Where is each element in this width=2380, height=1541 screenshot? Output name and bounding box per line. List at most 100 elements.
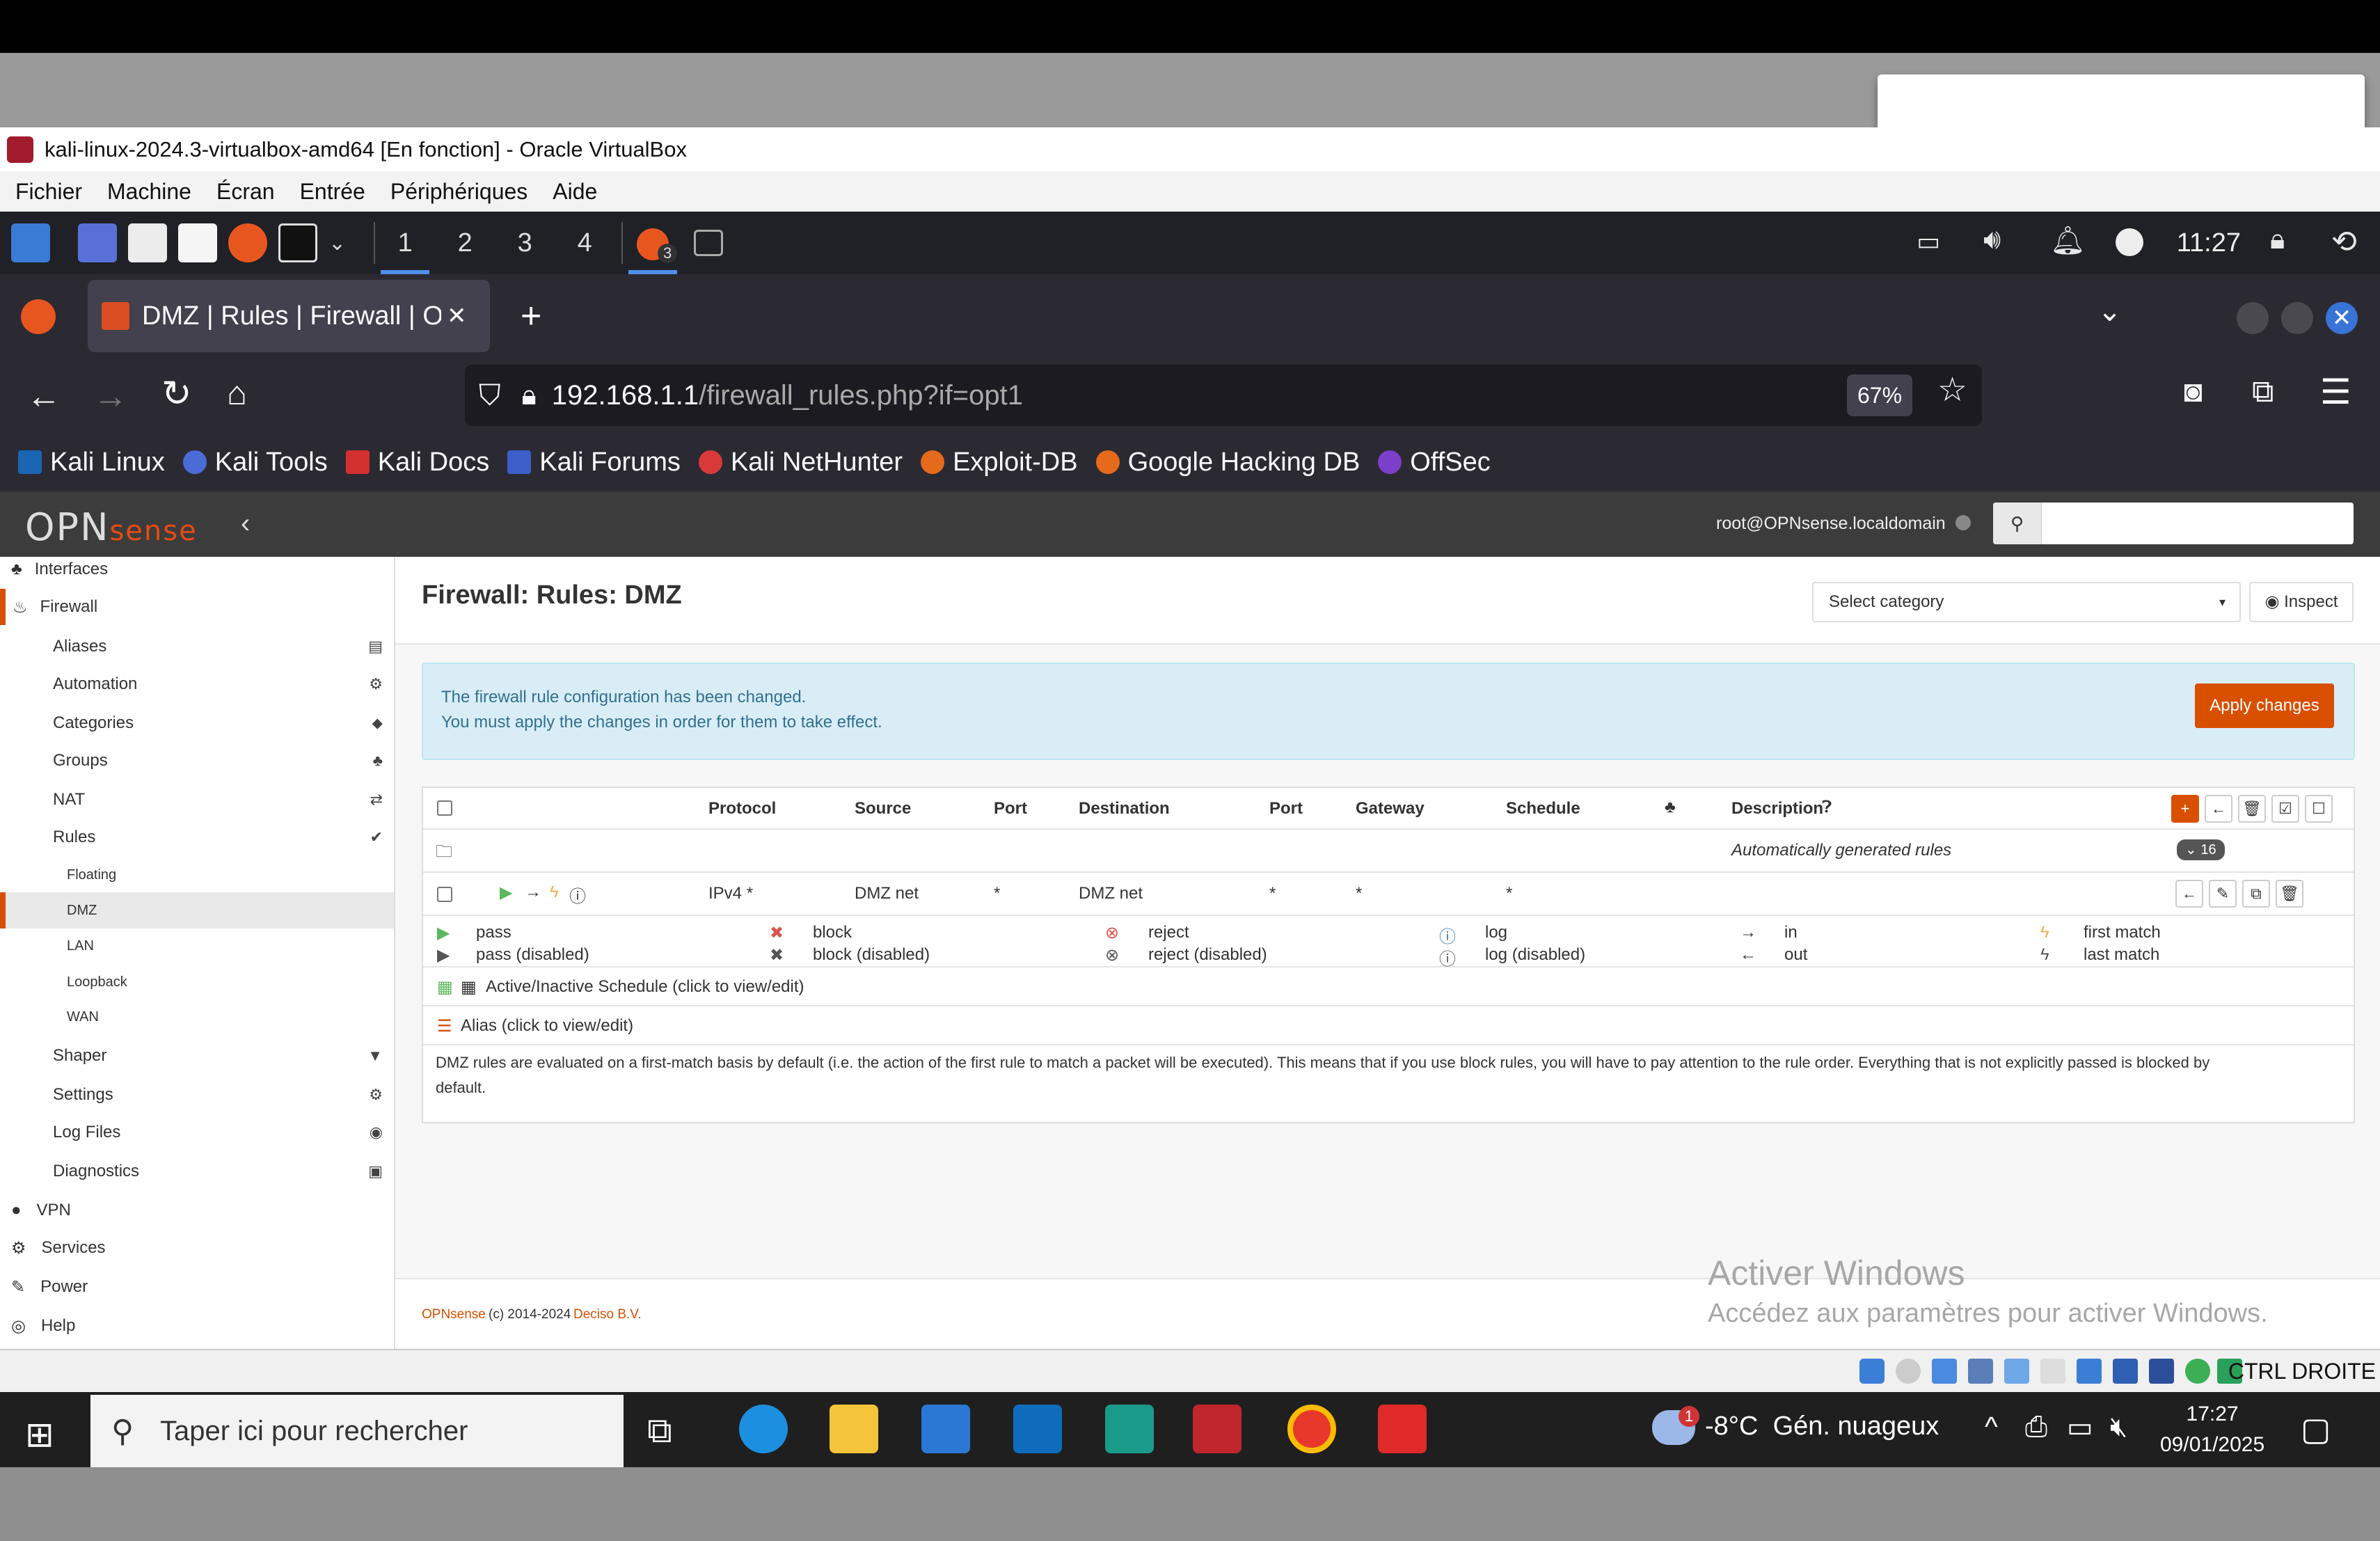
search-icon[interactable]: ⚲ (1993, 503, 2042, 544)
edge-icon[interactable] (739, 1405, 788, 1453)
apply-changes-button[interactable]: Apply changes (2195, 683, 2334, 728)
question-icon[interactable]: ❓︎ (1822, 798, 1832, 817)
taskbar-clock[interactable]: 17:27 09/01/2025 (2160, 1399, 2264, 1460)
forward-icon[interactable]: → (93, 376, 128, 416)
kali-menu-icon[interactable] (11, 223, 50, 262)
workspace-3[interactable]: 3 (495, 212, 555, 274)
mute-icon[interactable]: 🔇︎ (2110, 1412, 2127, 1443)
notification-center-icon[interactable]: ▢ (2301, 1410, 2331, 1448)
sidebar-item-nat[interactable]: NAT ⇄ (0, 781, 394, 819)
delete-rule-button[interactable]: 🗑︎ (2276, 880, 2303, 908)
inspect-button[interactable]: ◉ Inspect (2249, 582, 2354, 622)
pocket-icon[interactable]: ◙ (2184, 374, 2203, 409)
sidebar-item-automation[interactable]: Automation ⚙ (0, 665, 394, 703)
sidebar-item-interfaces[interactable]: ♣ Interfaces (0, 557, 394, 582)
opnsense-search[interactable]: ⚲ (1993, 503, 2354, 544)
zoom-level[interactable]: 67% (1847, 374, 1912, 416)
logout-icon[interactable]: ⟲ (2331, 224, 2357, 260)
mail-icon[interactable] (1013, 1405, 1062, 1453)
bookmark-kali-tools[interactable]: Kali Tools (182, 448, 328, 477)
clone-rule-button[interactable]: ⧉ (2242, 880, 2270, 908)
sidebar-item-shaper[interactable]: Shaper ▼ (0, 1037, 394, 1075)
sidebar-item-vpn[interactable]: ● VPN (0, 1192, 394, 1229)
category-select[interactable]: Select category ▾ (1812, 582, 2241, 622)
new-tab-button[interactable]: + (521, 295, 541, 337)
bookmark-google-hacking-db[interactable]: Google Hacking DB (1095, 448, 1360, 477)
collapse-sidebar-icon[interactable]: ‹ (241, 508, 250, 539)
shared-folders-icon[interactable] (2040, 1359, 2065, 1384)
disable-selected-button[interactable]: ☐ (2305, 795, 2333, 823)
bookmark-offsec[interactable]: OffSec (1378, 448, 1491, 477)
chevron-down-icon[interactable]: ⌄ (328, 231, 346, 255)
enable-selected-button[interactable]: ☑ (2271, 795, 2299, 823)
firefox-icon[interactable] (228, 223, 267, 262)
bell-icon[interactable]: 🔔︎ (2050, 224, 2086, 257)
virtualbox-task-icon[interactable] (1193, 1405, 1241, 1453)
sidebar-item-dmz[interactable]: DMZ (0, 892, 394, 928)
reload-icon[interactable]: ↻ (161, 373, 192, 415)
recording-icon[interactable] (2113, 1359, 2138, 1384)
sidebar-item-loopback[interactable]: Loopback (0, 965, 394, 999)
text-editor-icon[interactable] (178, 223, 217, 262)
optical-drive-icon[interactable] (1896, 1359, 1921, 1384)
windows-start-icon[interactable]: ⊞ (25, 1414, 54, 1455)
bookmark-kali-nethunter[interactable]: Kali NetHunter (698, 448, 903, 477)
edit-rule-button[interactable]: ✎ (2209, 880, 2237, 908)
sidebar-item-groups[interactable]: Groups ♣ (0, 742, 394, 780)
bookmark-exploit-db[interactable]: Exploit-DB (921, 448, 1078, 477)
opnsense-logo[interactable]: OPNsense (25, 505, 198, 549)
store-icon[interactable] (921, 1405, 970, 1453)
chrome-icon[interactable] (1287, 1405, 1336, 1453)
sidebar-item-settings[interactable]: Settings ⚙ (0, 1076, 394, 1114)
col-description[interactable]: Description (1731, 799, 1823, 819)
shield-icon[interactable]: ⛉ (479, 379, 501, 413)
auto-rules-count-badge[interactable]: ⌄ 16 (2177, 839, 2225, 860)
lock-url-icon[interactable]: 🔒︎ (522, 380, 537, 411)
home-icon[interactable]: ⌂ (227, 374, 247, 413)
sidebar-item-diagnostics[interactable]: Diagnostics ▣ (0, 1153, 394, 1190)
menu-machine[interactable]: Machine (107, 179, 191, 205)
col-source[interactable]: Source (855, 799, 911, 819)
panel-clock[interactable]: 11:27 (2177, 212, 2241, 274)
sidebar-item-wan[interactable]: WAN (0, 999, 394, 1034)
firefox-task[interactable]: 3 (623, 212, 683, 274)
terminal-task-icon[interactable] (694, 230, 724, 256)
table-row[interactable]: ▶ → ϟ ⓘ IPv4 * DMZ net * DMZ net * * * ←… (423, 873, 2354, 916)
back-icon[interactable]: ← (26, 376, 61, 416)
lock-icon[interactable]: 🔒︎ (2270, 224, 2285, 255)
task-view-icon[interactable]: ⧉ (647, 1410, 672, 1451)
col-schedule[interactable]: Schedule (1506, 799, 1580, 819)
minimize-button[interactable] (2237, 302, 2269, 334)
sidebar-item-power[interactable]: ✎ Power (0, 1268, 394, 1306)
hdd-icon[interactable] (1859, 1359, 1885, 1384)
menu-ecran[interactable]: Écran (216, 179, 275, 205)
bookmark-star-icon[interactable]: ☆ (1937, 370, 1967, 409)
cpu-icon[interactable] (2149, 1359, 2174, 1384)
bookmark-kali-docs[interactable]: Kali Docs (345, 448, 489, 477)
file-explorer-icon[interactable] (830, 1405, 878, 1453)
footer-brand-link[interactable]: OPNsense (422, 1307, 486, 1322)
col-destination[interactable]: Destination (1079, 799, 1170, 819)
sidebar-item-firewall[interactable]: ♨ Firewall (0, 589, 394, 625)
taskbar-search[interactable]: ⚲ Taper ici pour rechercher (90, 1395, 624, 1467)
auto-rules-row[interactable]: 🗀 Automatically generated rules ⌄ 16 (423, 830, 2354, 873)
sidebar-item-categories[interactable]: Categories ⬥ (0, 704, 394, 742)
workspace-2[interactable]: 2 (435, 212, 495, 274)
col-port[interactable]: Port (994, 799, 1027, 819)
usb-tray-icon[interactable]: ⎙ (2025, 1412, 2047, 1443)
network-tray-icon[interactable]: ▭ (2067, 1412, 2093, 1444)
bookmark-kali-forums[interactable]: Kali Forums (507, 448, 681, 477)
bookmark-kali-linux[interactable]: Kali Linux (18, 448, 165, 477)
menu-fichier[interactable]: Fichier (15, 179, 82, 205)
menu-peripheriques[interactable]: Périphériques (390, 179, 527, 205)
terminal-icon[interactable] (278, 223, 317, 262)
chevron-up-icon[interactable]: ^ (1985, 1412, 1998, 1443)
usb-icon[interactable] (2004, 1359, 2029, 1384)
volume-icon[interactable]: 🔊︎ (1983, 224, 2001, 255)
sidebar-item-log-files[interactable]: Log Files ◉ (0, 1114, 394, 1151)
anydesk-icon[interactable] (1378, 1405, 1427, 1453)
tab-dmz-rules[interactable]: DMZ | Rules | Firewall | OPN ✕ (88, 280, 490, 352)
firefox-view-icon[interactable] (21, 299, 56, 334)
delete-selected-button[interactable]: 🗑︎ (2238, 795, 2266, 823)
url-bar[interactable]: ⛉ 🔒︎ 192.168.1.1 /firewall_rules.php?if=… (465, 365, 1982, 426)
